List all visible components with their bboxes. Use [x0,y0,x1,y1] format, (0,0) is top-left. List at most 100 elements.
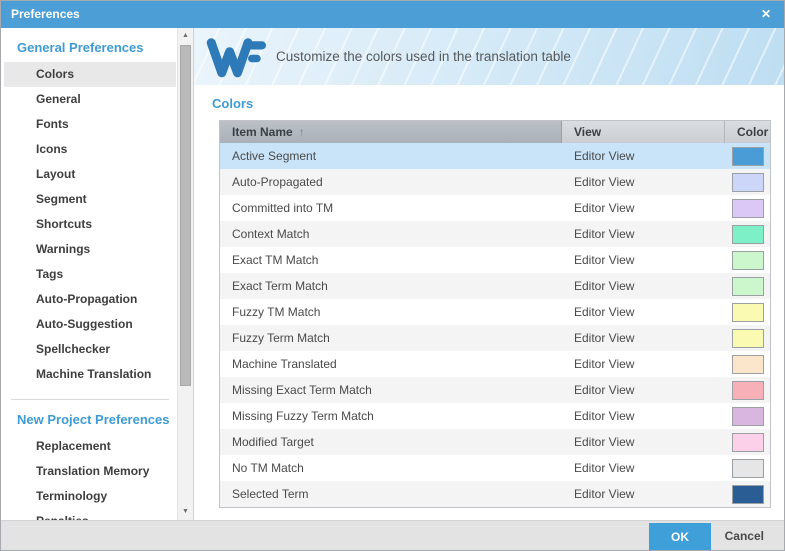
cell-view: Editor View [562,461,725,475]
table-row-context-match[interactable]: Context MatchEditor View [220,221,770,247]
sidebar-item-icons[interactable]: Icons [4,137,176,162]
sidebar: General PreferencesColorsGeneralFontsIco… [1,28,194,520]
cell-view: Editor View [562,383,725,397]
table-row-selected-term[interactable]: Selected TermEditor View [220,481,770,507]
color-swatch[interactable] [732,173,764,192]
sidebar-sections: General PreferencesColorsGeneralFontsIco… [1,28,177,520]
cell-view: Editor View [562,409,725,423]
cell-item-name: Auto-Propagated [220,175,562,189]
sidebar-item-penalties[interactable]: Penalties [4,509,176,520]
sidebar-item-tags[interactable]: Tags [4,262,176,287]
cell-item-name: Missing Fuzzy Term Match [220,409,562,423]
sidebar-item-machine-translation[interactable]: Machine Translation [4,362,176,387]
cell-color [725,173,770,192]
column-header-item-name[interactable]: Item Name↑ [220,121,562,143]
column-header-view[interactable]: View [562,121,725,143]
title-bar: Preferences ✕ [1,1,784,28]
wordfast-logo [206,35,266,79]
sort-asc-icon: ↑ [299,125,305,139]
cancel-button[interactable]: Cancel [719,523,770,550]
cell-view: Editor View [562,331,725,345]
table-row-committed-into-tm[interactable]: Committed into TMEditor View [220,195,770,221]
sidebar-item-terminology[interactable]: Terminology [4,484,176,509]
cell-view: Editor View [562,149,725,163]
color-swatch[interactable] [732,225,764,244]
cell-color [725,381,770,400]
sidebar-item-colors[interactable]: Colors [4,62,176,87]
sidebar-item-spellchecker[interactable]: Spellchecker [4,337,176,362]
color-swatch[interactable] [732,329,764,348]
sidebar-item-general[interactable]: General [4,87,176,112]
table-header: Item Name↑ View Color [220,121,770,143]
page-title: Colors [212,96,784,111]
table-row-missing-exact-term-match[interactable]: Missing Exact Term MatchEditor View [220,377,770,403]
table-row-modified-target[interactable]: Modified TargetEditor View [220,429,770,455]
cell-item-name: Selected Term [220,487,562,501]
cell-color [725,225,770,244]
scroll-up-icon[interactable]: ▲ [178,28,193,43]
color-swatch[interactable] [732,355,764,374]
sidebar-item-translation-memory[interactable]: Translation Memory [4,459,176,484]
color-swatch[interactable] [732,303,764,322]
ok-button[interactable]: OK [649,523,711,550]
table-row-auto-propagated[interactable]: Auto-PropagatedEditor View [220,169,770,195]
sidebar-item-shortcuts[interactable]: Shortcuts [4,212,176,237]
sidebar-scrollbar[interactable]: ▲ ▼ [177,28,193,520]
sidebar-section-title-new-project-preferences: New Project Preferences [17,412,177,427]
scrollbar-thumb[interactable] [180,45,191,386]
preferences-dialog: Preferences ✕ General PreferencesColorsG… [0,0,785,551]
cell-color [725,147,770,166]
cell-color [725,199,770,218]
color-swatch[interactable] [732,381,764,400]
table-row-exact-tm-match[interactable]: Exact TM MatchEditor View [220,247,770,273]
dialog-title: Preferences [11,7,80,21]
sidebar-item-auto-suggestion[interactable]: Auto-Suggestion [4,312,176,337]
sidebar-item-replacement[interactable]: Replacement [4,434,176,459]
color-swatch[interactable] [732,459,764,478]
scroll-down-icon[interactable]: ▼ [178,504,193,519]
color-swatch[interactable] [732,485,764,504]
sidebar-item-warnings[interactable]: Warnings [4,237,176,262]
cell-color [725,407,770,426]
table-row-missing-fuzzy-term-match[interactable]: Missing Fuzzy Term MatchEditor View [220,403,770,429]
color-swatch[interactable] [732,433,764,452]
color-swatch[interactable] [732,199,764,218]
color-swatch[interactable] [732,251,764,270]
cell-view: Editor View [562,305,725,319]
table-row-active-segment[interactable]: Active SegmentEditor View [220,143,770,169]
sidebar-item-segment[interactable]: Segment [4,187,176,212]
banner-subtitle: Customize the colors used in the transla… [276,49,571,64]
cell-item-name: Modified Target [220,435,562,449]
table-row-fuzzy-term-match[interactable]: Fuzzy Term MatchEditor View [220,325,770,351]
table-row-no-tm-match[interactable]: No TM MatchEditor View [220,455,770,481]
cell-color [725,433,770,452]
banner: Customize the colors used in the transla… [194,28,784,85]
cell-item-name: Context Match [220,227,562,241]
cell-view: Editor View [562,357,725,371]
sidebar-item-fonts[interactable]: Fonts [4,112,176,137]
cell-color [725,459,770,478]
cell-view: Editor View [562,227,725,241]
cell-item-name: Committed into TM [220,201,562,215]
cell-color [725,485,770,504]
color-swatch[interactable] [732,277,764,296]
color-swatch[interactable] [732,407,764,426]
dialog-body: General PreferencesColorsGeneralFontsIco… [1,28,784,520]
cell-item-name: Fuzzy TM Match [220,305,562,319]
cell-item-name: Fuzzy Term Match [220,331,562,345]
table-row-machine-translated[interactable]: Machine TranslatedEditor View [220,351,770,377]
cell-view: Editor View [562,279,725,293]
table-row-exact-term-match[interactable]: Exact Term MatchEditor View [220,273,770,299]
close-icon[interactable]: ✕ [761,1,771,28]
cell-view: Editor View [562,253,725,267]
table-row-fuzzy-tm-match[interactable]: Fuzzy TM MatchEditor View [220,299,770,325]
cell-color [725,277,770,296]
cell-color [725,355,770,374]
color-swatch[interactable] [732,147,764,166]
cell-view: Editor View [562,487,725,501]
column-header-color[interactable]: Color [725,121,770,143]
sidebar-item-auto-propagation[interactable]: Auto-Propagation [4,287,176,312]
sidebar-item-layout[interactable]: Layout [4,162,176,187]
cell-item-name: Exact TM Match [220,253,562,267]
cell-item-name: Active Segment [220,149,562,163]
